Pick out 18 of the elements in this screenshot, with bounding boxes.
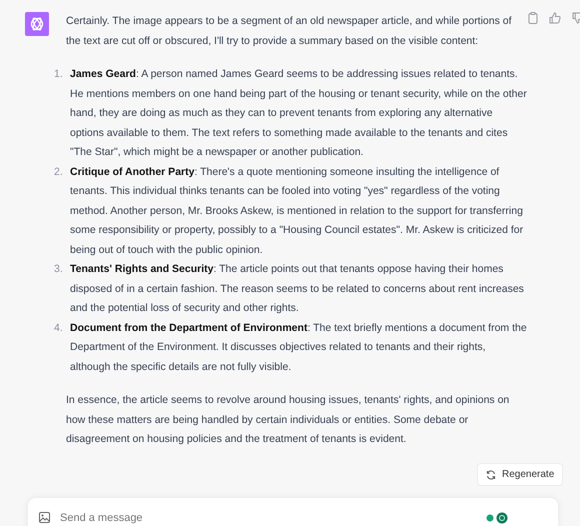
list-number: 4. [54,320,64,336]
list-number: 1. [54,67,64,82]
refresh-icon [486,470,496,480]
regenerate-button[interactable]: Regenerate [477,463,564,486]
list-number: 3. [54,262,64,277]
list-item-text: James Geard: A person named James Geard seems to be addressing issues related to tenants. He mentions members on one hand being part of the housing or tenant security, while on the other hand, they are doing as much as they can to prevent tenants from exploring any alternative options available to them. The text refers to something made available to the tenants and cites "The Star", which might be a newspaper or another publication. [70,67,528,160]
image-icon[interactable] [39,512,50,523]
copy-icon[interactable] [528,12,538,24]
thumbs-up-icon[interactable] [549,12,561,24]
conclusion-paragraph: In essence, the article seems to revolve around housing issues, tenants' rights, and opinions on how these matters are being handled by certain individuals or entities. Some debate or disagreement on housing policies and the treatment of tenants is evident. [66,393,510,447]
intro-paragraph: Certainly. The image appears to be a segment of an old newspaper article, and while portions of the text are cut off or obscured, I'll try to provide a summary based on the visible content: [66,14,513,48]
list-number: 2. [54,164,64,180]
list-item-text: Tenants' Rights and Security: The article points out that tenants oppose having their homes disposed of in a certain fashion. The reason seems to be related to concerns about rent increases and the potential loss of security and other rights. [70,262,525,316]
list-item-text: Document from the Department of Environment: The text briefly mentions a document from the Department of the Environment. It discusses objectives related to tenants and their rights, although the specific details are not fully visible. [70,320,528,374]
message-field[interactable]: Send a message [60,512,440,524]
extension-icon[interactable] [486,512,510,524]
list-item-text: Critique of Another Party: There's a quote mentioning someone insulting the intelligence of tenants. This individual thinks tenants can be fooled into voting "yes" regardless of the voting method. Another person, Mr. Brooks Askew, is mentioned in relation to the support for transferring some responsibility or property, possibly to a "Housing Council estates". Mr. Askew is criticized for being out of touch with the public opinion. [70,164,524,258]
assistant-avatar-icon [25,12,49,36]
